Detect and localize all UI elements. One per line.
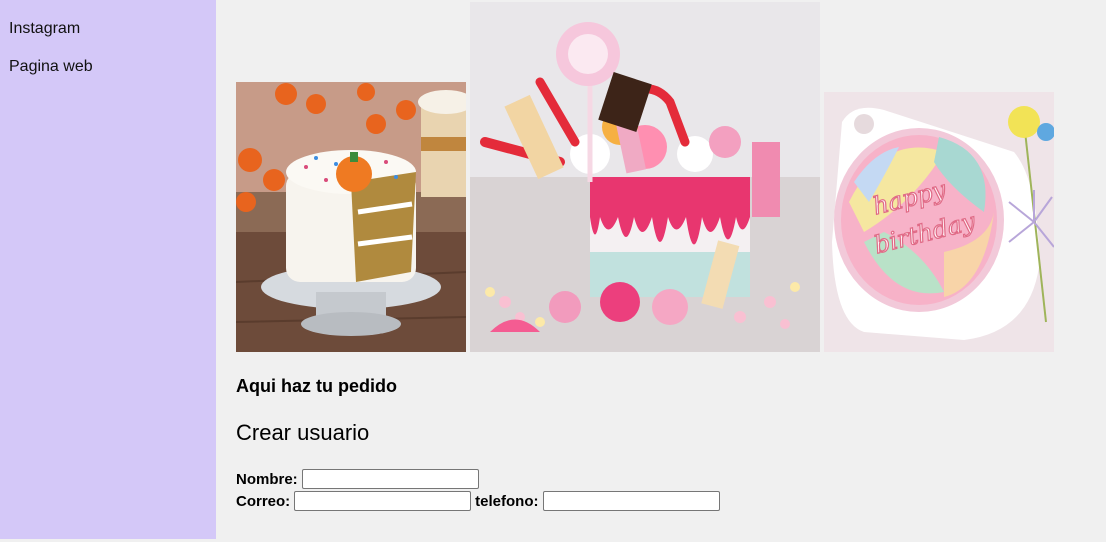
nombre-input[interactable] [301, 469, 479, 489]
form-row-contact: Correo: telefono: [236, 491, 724, 511]
cake-image-birthday: happy birthday [824, 92, 1054, 352]
create-user-heading: Crear usuario [236, 420, 370, 445]
sidebar-link-pagina-web[interactable]: Pagina web [9, 58, 93, 76]
order-heading: Aqui haz tu pedido [236, 376, 397, 396]
happy-birthday-cake-icon: happy birthday [824, 92, 1054, 352]
candy-drip-cake-icon [470, 2, 820, 352]
telefono-input[interactable] [542, 491, 720, 511]
sidebar: Instagram Pagina web [0, 0, 216, 539]
cake-image-pumpkin [236, 82, 466, 352]
cake-image-candy [470, 2, 820, 352]
form-row-nombre: Nombre: [236, 469, 483, 489]
correo-input[interactable] [294, 491, 472, 511]
carrot-cake-icon [236, 82, 466, 352]
sidebar-link-instagram[interactable]: Instagram [9, 20, 80, 38]
nombre-label: Nombre: [236, 470, 298, 488]
telefono-label: telefono: [475, 492, 539, 510]
correo-label: Correo: [236, 492, 291, 510]
